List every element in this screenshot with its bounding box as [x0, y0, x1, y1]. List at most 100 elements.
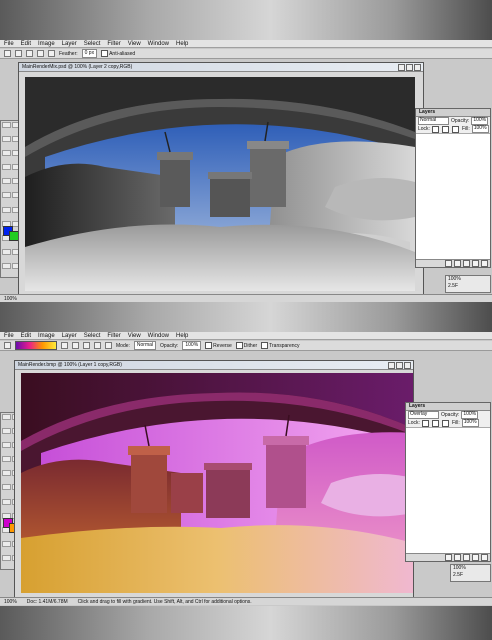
lock-position-checkbox[interactable] — [441, 419, 449, 427]
tool-preset-button[interactable] — [4, 50, 11, 57]
mask-icon[interactable] — [463, 260, 470, 267]
trash-icon[interactable] — [481, 260, 488, 267]
notes-tool-icon[interactable] — [2, 248, 11, 255]
linear-gradient-button[interactable] — [61, 342, 68, 349]
lock-position-checkbox[interactable] — [451, 125, 459, 133]
fill-input[interactable]: 100% — [471, 125, 489, 133]
lasso-tool-icon[interactable] — [2, 136, 11, 143]
menu-edit[interactable]: Edit — [21, 332, 31, 339]
close-icon[interactable] — [414, 64, 421, 71]
layer-list[interactable] — [406, 427, 490, 553]
new-layer-icon[interactable] — [472, 554, 479, 561]
lock-image-checkbox[interactable] — [441, 125, 449, 133]
lock-label: Lock: — [418, 126, 430, 132]
hand-tool-icon[interactable] — [2, 554, 11, 561]
trash-icon[interactable] — [481, 554, 488, 561]
subtract-selection-button[interactable] — [37, 50, 44, 57]
layer-style-icon[interactable] — [454, 260, 461, 267]
menu-layer[interactable]: Layer — [62, 332, 77, 339]
blend-mode-select[interactable]: Normal — [418, 117, 449, 125]
menu-image[interactable]: Image — [38, 40, 55, 47]
antialiased-checkbox[interactable]: Anti-aliased — [101, 50, 135, 57]
menu-select[interactable]: Select — [84, 40, 101, 47]
fill-input[interactable]: 100% — [461, 419, 479, 427]
tool-preset-button[interactable] — [4, 342, 11, 349]
lock-image-checkbox[interactable] — [431, 419, 439, 427]
menu-help[interactable]: Help — [176, 40, 188, 47]
link-icon[interactable] — [445, 260, 452, 267]
angle-gradient-button[interactable] — [83, 342, 90, 349]
marquee-tool-icon[interactable] — [2, 122, 11, 128]
crop-tool-icon[interactable] — [2, 150, 11, 157]
close-icon[interactable] — [404, 362, 411, 369]
document-title-bar[interactable]: MainRender.bmp @ 100% (Layer 1 copy,RGB) — [15, 361, 413, 370]
fill-label: Fill: — [461, 126, 470, 132]
blend-mode-select[interactable]: Overlay — [408, 411, 439, 419]
crop-tool-icon[interactable] — [2, 442, 11, 449]
feather-input[interactable]: 0 px — [81, 49, 98, 58]
layer-style-icon[interactable] — [454, 554, 461, 561]
menu-file[interactable]: File — [4, 332, 14, 339]
healing-tool-icon[interactable] — [2, 456, 11, 463]
link-icon[interactable] — [445, 554, 452, 561]
menu-help[interactable]: Help — [176, 332, 188, 339]
layer-list[interactable] — [416, 133, 490, 259]
canvas-gradient-render[interactable] — [21, 373, 413, 593]
minimize-icon[interactable] — [398, 64, 405, 71]
opacity-label: Opacity: — [160, 342, 179, 349]
menu-window[interactable]: Window — [148, 40, 169, 47]
stamp-tool-icon[interactable] — [2, 178, 11, 185]
menu-file[interactable]: File — [4, 40, 14, 47]
opacity-input[interactable]: 100% — [461, 411, 479, 419]
marquee-tool-icon[interactable] — [2, 414, 11, 420]
lock-transparent-checkbox[interactable] — [431, 125, 439, 133]
reflected-gradient-button[interactable] — [94, 342, 101, 349]
mini-panel-value: 2.5F — [448, 283, 459, 289]
opacity-input[interactable]: 100% — [182, 341, 202, 350]
canvas-grayscale-render[interactable] — [25, 77, 415, 291]
lock-transparent-checkbox[interactable] — [421, 419, 429, 427]
healing-tool-icon[interactable] — [2, 164, 11, 171]
maximize-icon[interactable] — [406, 64, 413, 71]
intersect-selection-button[interactable] — [48, 50, 55, 57]
mode-select[interactable]: Normal — [133, 341, 157, 350]
stamp-tool-icon[interactable] — [2, 470, 11, 477]
status-zoom[interactable]: 100% — [4, 295, 17, 302]
status-zoom[interactable]: 100% — [4, 598, 17, 605]
radial-gradient-button[interactable] — [72, 342, 79, 349]
document-title-bar[interactable]: MainRenderMix.psd @ 100% (Layer 2 copy,R… — [19, 63, 423, 72]
menu-select[interactable]: Select — [84, 332, 101, 339]
gradient-picker[interactable] — [15, 341, 57, 350]
diamond-gradient-button[interactable] — [105, 342, 112, 349]
menu-layer[interactable]: Layer — [62, 40, 77, 47]
menu-image[interactable]: Image — [38, 332, 55, 339]
eraser-tool-icon[interactable] — [2, 192, 11, 199]
hand-tool-icon[interactable] — [2, 262, 11, 269]
antialiased-label: Anti-aliased — [109, 50, 136, 57]
minimize-icon[interactable] — [388, 362, 395, 369]
options-bar: Mode: Normal Opacity: 100% Reverse Dithe… — [0, 341, 492, 351]
opacity-input[interactable]: 100% — [471, 117, 489, 125]
eraser-tool-icon[interactable] — [2, 484, 11, 491]
new-selection-button[interactable] — [15, 50, 22, 57]
reverse-checkbox[interactable]: Reverse — [205, 342, 232, 349]
layers-footer — [416, 259, 490, 267]
menu-edit[interactable]: Edit — [21, 40, 31, 47]
options-bar: Feather: 0 px Anti-aliased — [0, 49, 492, 59]
mask-icon[interactable] — [463, 554, 470, 561]
maximize-icon[interactable] — [396, 362, 403, 369]
notes-tool-icon[interactable] — [2, 540, 11, 547]
blur-tool-icon[interactable] — [2, 498, 11, 505]
lasso-tool-icon[interactable] — [2, 428, 11, 435]
menu-view[interactable]: View — [128, 332, 141, 339]
menu-window[interactable]: Window — [148, 332, 169, 339]
dither-checkbox[interactable]: Dither — [235, 342, 257, 349]
new-layer-icon[interactable] — [472, 260, 479, 267]
menu-view[interactable]: View — [128, 40, 141, 47]
transparency-checkbox[interactable]: Transparency — [261, 342, 300, 349]
add-selection-button[interactable] — [26, 50, 33, 57]
menu-filter[interactable]: Filter — [107, 40, 120, 47]
mini-panel-zoom: 100% — [453, 565, 466, 571]
menu-filter[interactable]: Filter — [107, 332, 120, 339]
blur-tool-icon[interactable] — [2, 206, 11, 213]
